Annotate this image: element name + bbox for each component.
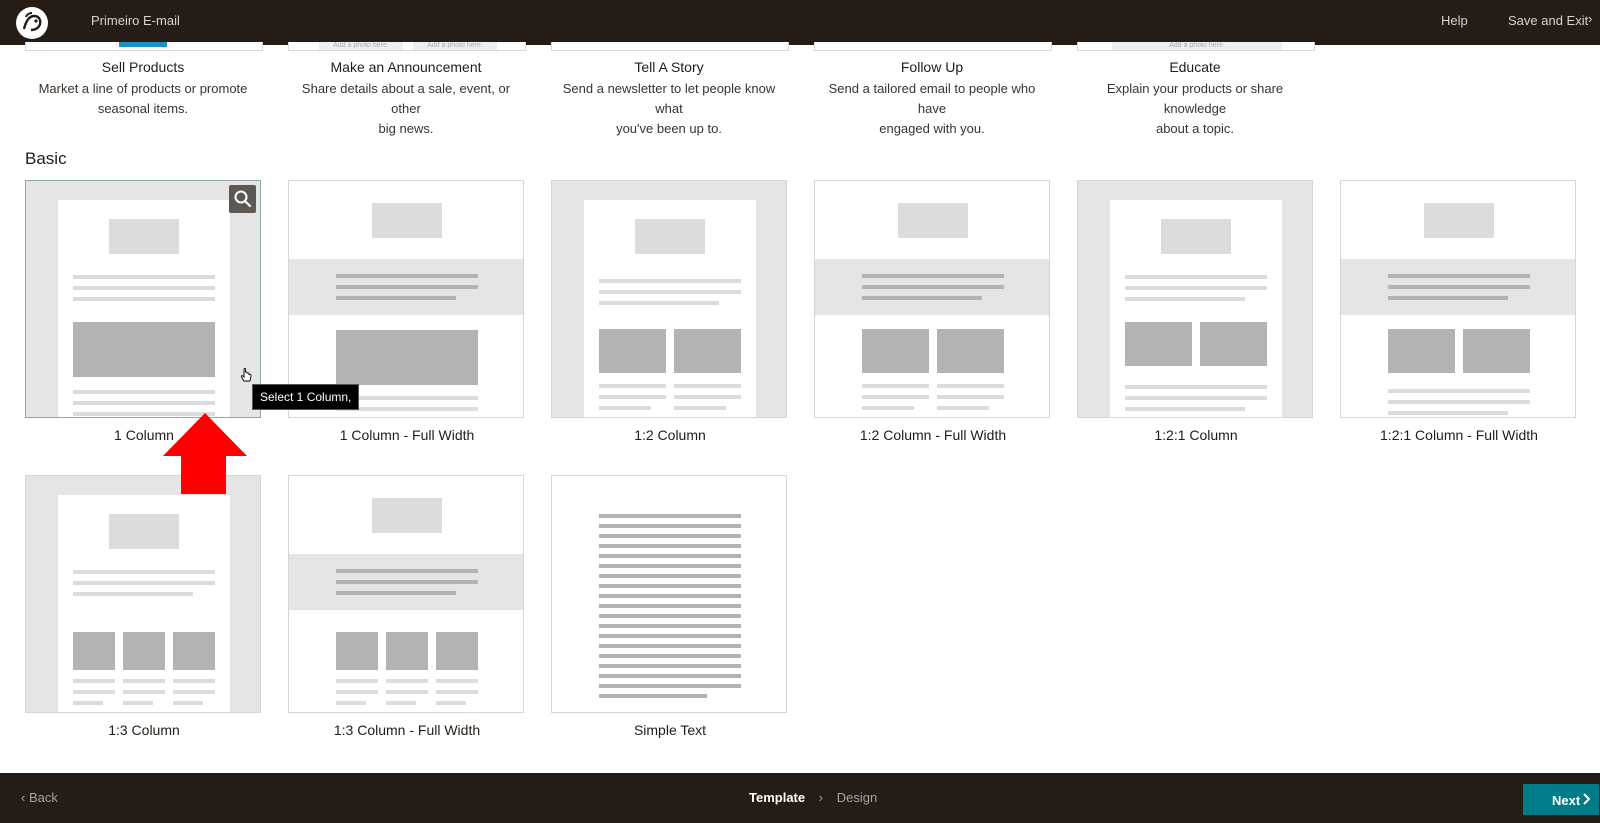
template-description-line: Market a line of products or promote — [38, 81, 248, 96]
next-label: Next — [1552, 793, 1581, 808]
layout-label[interactable]: 1:2 Column - Full Width — [814, 427, 1052, 443]
template-card-educate[interactable]: Add a photo here. — [1077, 42, 1315, 51]
bottom-bar: ‹ Back Template › Design — [0, 773, 1600, 823]
template-description-line: engaged with you. — [879, 121, 985, 136]
template-name[interactable]: Tell A Story — [551, 59, 787, 75]
layout-preview — [26, 181, 260, 417]
campaign-title[interactable]: Primeiro E-mail — [91, 13, 180, 28]
layout-preview — [815, 203, 1049, 410]
layout-thumb-1-column[interactable] — [25, 180, 261, 418]
save-exit-button[interactable]: Save and Exit — [1508, 13, 1588, 28]
template-card-follow-up[interactable] — [814, 42, 1052, 51]
template-description: Market a line of products or promote seas… — [25, 79, 261, 119]
template-description-line: big news. — [378, 121, 434, 136]
template-name[interactable]: Educate — [1077, 59, 1313, 75]
template-description-line: Share details about a sale, event, or ot… — [301, 81, 511, 116]
template-description: Explain your products or share knowledge… — [1077, 79, 1313, 139]
photo-placeholder: Add a photo here. — [319, 42, 403, 50]
layout-preview — [289, 203, 523, 411]
template-description-line: about a topic. — [1155, 121, 1235, 136]
template-description-line: you've been up to. — [616, 121, 722, 136]
layout-thumb-1-3-column-full-width[interactable] — [288, 475, 524, 713]
layout-preview — [1341, 203, 1575, 415]
layout-preview — [1078, 181, 1312, 417]
chevron-right-icon: › — [1588, 11, 1593, 26]
search-icon — [234, 190, 252, 208]
layout-label[interactable]: 1:2 Column — [551, 427, 789, 443]
photo-placeholder: Add a photo here. — [413, 42, 497, 50]
layout-label[interactable]: 1:3 Column - Full Width — [288, 722, 526, 738]
mailchimp-logo-icon[interactable] — [14, 5, 50, 41]
template-description-line: seasonal items. — [97, 101, 189, 116]
template-name[interactable]: Sell Products — [25, 59, 261, 75]
template-description-line: Send a newsletter to let people know wha… — [562, 81, 776, 116]
layout-thumb-1-2-1-column[interactable] — [1077, 180, 1313, 418]
template-card-announcement[interactable]: Add a photo here. Add a photo here. — [288, 42, 526, 51]
annotation-arrow-icon — [163, 413, 247, 494]
chevron-right-icon — [1583, 793, 1591, 805]
help-link[interactable]: Help — [1441, 13, 1468, 28]
section-title-basic: Basic — [25, 149, 67, 168]
photo-placeholder: Add a photo here. — [1112, 42, 1282, 50]
layout-label[interactable]: 1:2:1 Column - Full Width — [1340, 427, 1578, 443]
layout-thumb-1-2-column-full-width[interactable] — [814, 180, 1050, 418]
layout-thumb-1-2-column[interactable] — [551, 180, 787, 418]
layout-thumb-simple-text[interactable] — [551, 475, 787, 713]
layout-preview — [552, 181, 786, 417]
template-description-line: Send a tailored email to people who have — [828, 81, 1036, 116]
layout-label[interactable]: Simple Text — [551, 722, 789, 738]
template-description: Send a newsletter to let people know wha… — [551, 79, 787, 139]
template-card-sell-products[interactable] — [25, 42, 263, 51]
template-card-tell-story[interactable] — [551, 42, 789, 51]
template-description-line: Explain your products or share knowledge — [1106, 81, 1284, 116]
template-name[interactable]: Follow Up — [814, 59, 1050, 75]
layout-label[interactable]: 1 Column - Full Width — [288, 427, 526, 443]
back-button[interactable]: ‹ Back — [21, 790, 58, 805]
chevron-left-icon: ‹ — [21, 790, 26, 805]
top-bar: Primeiro E-mail Help Save and Exit › — [0, 0, 1600, 45]
layout-thumb-1-2-1-column-full-width[interactable] — [1340, 180, 1576, 418]
step-breadcrumb: Template › Design — [749, 790, 877, 805]
layout-thumb-1-column-full-width[interactable] — [288, 180, 524, 418]
layout-preview — [289, 498, 523, 705]
layout-label[interactable]: 1:3 Column — [25, 722, 263, 738]
step-design[interactable]: Design — [837, 790, 877, 805]
hand-cursor-icon — [240, 368, 252, 382]
template-description: Share details about a sale, event, or ot… — [288, 79, 524, 139]
layout-thumb-1-3-column[interactable] — [25, 475, 261, 713]
template-description: Send a tailored email to people who have… — [814, 79, 1050, 139]
tooltip: Select 1 Column, — [252, 384, 360, 410]
preview-zoom-button[interactable] — [229, 185, 256, 213]
step-template[interactable]: Template — [749, 790, 805, 805]
layout-preview — [599, 514, 741, 698]
thumb-accent — [119, 42, 167, 47]
back-label: Back — [28, 790, 58, 805]
next-button[interactable]: Next — [1523, 784, 1599, 815]
template-name[interactable]: Make an Announcement — [288, 59, 524, 75]
layout-preview — [26, 476, 260, 712]
layout-label[interactable]: 1:2:1 Column — [1077, 427, 1315, 443]
chevron-right-icon: › — [818, 790, 824, 805]
